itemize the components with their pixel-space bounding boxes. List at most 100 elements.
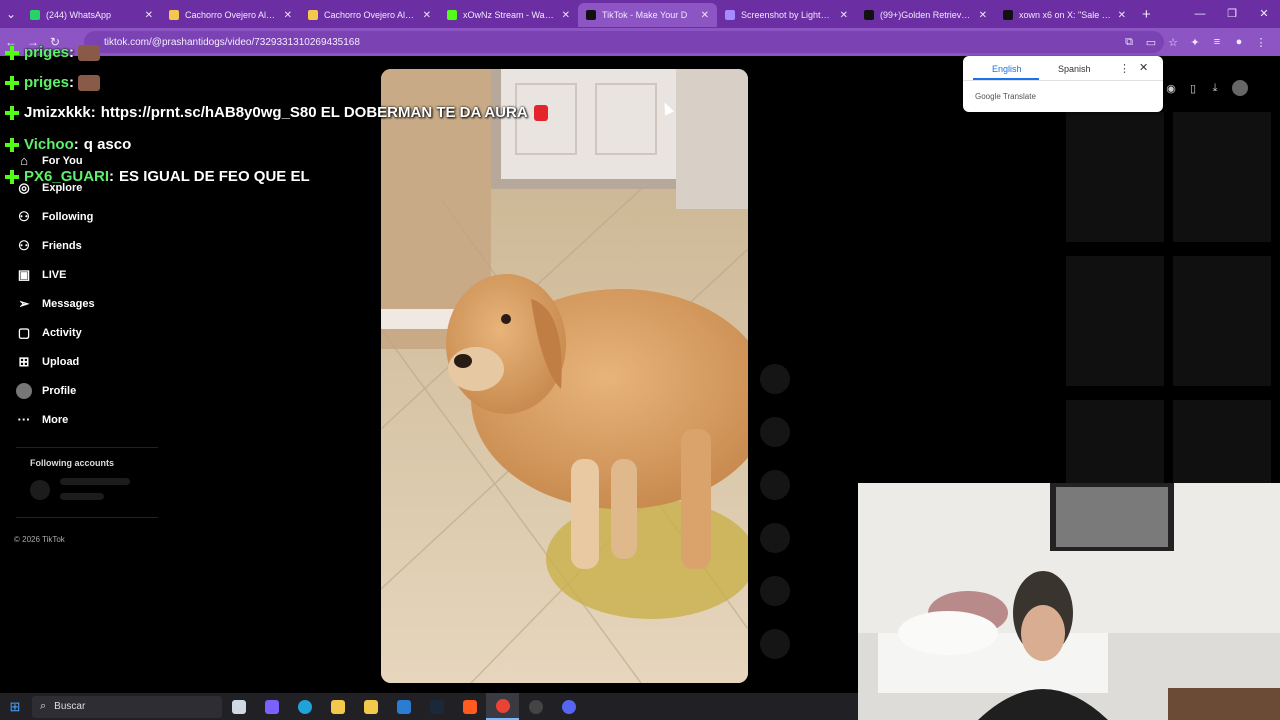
sidebar-item-friends[interactable]: ⚇ Friends — [16, 238, 82, 254]
taskbar-search[interactable]: ⌕ Buscar — [32, 695, 222, 718]
taskbar-app-obs[interactable] — [519, 693, 552, 720]
taskbar-app-outlook[interactable] — [387, 693, 420, 720]
taskbar-app-steam[interactable] — [420, 693, 453, 720]
download-icon[interactable]: ⤓ — [1204, 82, 1226, 95]
bookmark-star-icon[interactable]: ☆ — [1162, 36, 1184, 49]
tab-favicon-icon — [586, 10, 596, 20]
sidebar-item-following[interactable]: ⚇ Following — [16, 209, 93, 225]
chat-username[interactable]: Jmizxkkk — [24, 104, 91, 121]
taskbar-app-task-view[interactable] — [222, 693, 255, 720]
profile-icon[interactable]: ● — [1228, 36, 1250, 48]
restore-icon[interactable]: ❐ — [1216, 0, 1248, 28]
chat-username[interactable]: priges — [24, 74, 69, 91]
window-controls: — ❐ ✕ — [1184, 0, 1280, 28]
sidebar-item-upload[interactable]: ⊞ Upload — [16, 354, 80, 370]
browser-tab[interactable]: (244) WhatsApp ✕ — [22, 3, 161, 27]
tab-title: TikTok - Make Your D — [602, 10, 688, 20]
browser-tab[interactable]: Cachorro Ovejero Alemán ✕ — [300, 3, 439, 27]
chat-username[interactable]: Vichoo — [24, 136, 74, 153]
user-avatar[interactable] — [1232, 80, 1248, 96]
translate-options-icon[interactable]: ⋮ — [1119, 62, 1130, 75]
translate-label: Translate — [1002, 92, 1036, 101]
windows-taskbar: ⊞ ⌕ Buscar — [0, 693, 858, 720]
share-button[interactable] — [760, 523, 790, 553]
address-bar[interactable]: tiktok.com/@prashantidogs/video/73293313… — [84, 31, 1164, 53]
menu-icon[interactable]: ⋮ — [1250, 36, 1272, 49]
like-button[interactable] — [760, 364, 790, 394]
browser-tab[interactable]: xown x6 on X: "Sale eso? ✕ — [995, 3, 1134, 27]
tab-title: Cachorro Ovejero Alemán — [324, 10, 417, 20]
cast-icon[interactable]: ▭ — [1140, 36, 1162, 49]
music-button[interactable] — [760, 576, 790, 606]
sidebar-item-label: Following — [42, 211, 94, 223]
comment-button[interactable] — [760, 417, 790, 447]
save-button[interactable] — [760, 470, 790, 500]
taskbar-app-copilot[interactable] — [255, 693, 288, 720]
taskbar-app-discord[interactable] — [552, 693, 585, 720]
tab-close-icon[interactable]: ✕ — [423, 10, 431, 21]
tab-close-icon[interactable]: ✕ — [979, 10, 987, 21]
send-icon: ➢ — [18, 296, 30, 311]
tab-close-icon[interactable]: ✕ — [562, 10, 570, 21]
new-tab-button[interactable]: + — [1142, 6, 1151, 23]
webcam-feed — [858, 483, 1280, 720]
webcam-scene — [858, 483, 1280, 720]
taskbar-app-store[interactable] — [354, 693, 387, 720]
browser-tab[interactable]: xOwNz Stream - Watch Li ✕ — [439, 3, 578, 27]
extensions-icon[interactable]: ✦ — [1184, 36, 1206, 49]
sidebar-item-profile[interactable]: Profile — [16, 383, 76, 399]
chat-emote-icon — [78, 44, 101, 61]
translate-brand: Google Translate — [975, 92, 1036, 101]
tab-title: Cachorro Ovejero Alemán — [185, 10, 278, 20]
translate-icon[interactable]: ⧉ — [1118, 36, 1140, 49]
tab-close-icon[interactable]: ✕ — [701, 10, 709, 21]
start-button[interactable]: ⊞ — [0, 699, 30, 715]
taskbar-app-chrome[interactable] — [486, 693, 519, 720]
stream-chat-overlay: priges : priges : Jmizxkkk : https://prnt.s… — [0, 44, 600, 202]
tab-close-icon[interactable]: ✕ — [145, 10, 153, 21]
sidebar-item-label: Profile — [42, 385, 77, 397]
related-video-thumb[interactable] — [1066, 256, 1164, 386]
copy-link-icon[interactable]: ◉ — [1160, 82, 1182, 95]
media-icon[interactable]: ≡ — [1206, 36, 1228, 48]
more-actions-button[interactable] — [760, 629, 790, 659]
related-video-thumb[interactable] — [1173, 256, 1271, 386]
sidebar-item-label: Upload — [42, 356, 80, 368]
translate-source-tab[interactable]: English — [992, 64, 1022, 74]
sidebar-item-live[interactable]: ▣ LIVE — [16, 267, 67, 283]
tab-title: xOwNz Stream - Watch Li — [463, 10, 556, 20]
taskbar-app-file-explorer[interactable] — [321, 693, 354, 720]
browser-toolbar: ← → ↻ tiktok.com/@prashantidogs/video/73… — [0, 28, 1280, 56]
related-video-thumb[interactable] — [1173, 112, 1271, 242]
browser-tab[interactable]: (99+)Golden Retriever: N ✕ — [856, 3, 995, 27]
chat-separator: : — [69, 74, 75, 91]
translate-target-tab[interactable]: Spanish — [1058, 64, 1091, 74]
sidebar-item-more[interactable]: ··· More — [16, 412, 69, 427]
chat-text: https://prnt.sc/hAB8y0wg_S80 EL DOBERMAN… — [100, 104, 528, 121]
tab-favicon-icon — [169, 10, 179, 20]
chat-badge-icon — [4, 75, 20, 91]
browser-tab[interactable]: TikTok - Make Your D ✕ — [578, 3, 717, 27]
phone-icon[interactable]: ▯ — [1182, 82, 1204, 95]
sidebar-item-messages[interactable]: ➢ Messages — [16, 296, 95, 312]
chat-text: ES IGUAL DE FEO QUE EL — [119, 168, 310, 185]
browser-tab[interactable]: Screenshot by Lightshot ✕ — [717, 3, 856, 27]
taskbar-app-edge[interactable] — [288, 693, 321, 720]
close-icon[interactable]: ✕ — [1139, 61, 1148, 74]
tab-close-icon[interactable]: ✕ — [1118, 10, 1126, 21]
more-icon: ··· — [17, 412, 31, 427]
tab-close-icon[interactable]: ✕ — [840, 10, 848, 21]
outlook-icon — [396, 699, 411, 714]
tab-search-icon[interactable]: ⌄ — [0, 7, 22, 21]
taskbar-app-brave[interactable] — [453, 693, 486, 720]
related-video-thumb[interactable] — [1066, 112, 1164, 242]
sidebar-item-activity[interactable]: ▢ Activity — [16, 325, 82, 341]
tab-close-icon[interactable]: ✕ — [284, 10, 292, 21]
close-window-icon[interactable]: ✕ — [1248, 0, 1280, 28]
minimize-icon[interactable]: — — [1184, 0, 1216, 28]
chat-username[interactable]: priges — [24, 44, 69, 61]
browser-tab[interactable]: Cachorro Ovejero Alemán ✕ — [161, 3, 300, 27]
skeleton-line — [60, 493, 104, 500]
chat-username[interactable]: PX6_GUARI — [24, 168, 109, 185]
sidebar-item-label: Friends — [42, 240, 82, 252]
